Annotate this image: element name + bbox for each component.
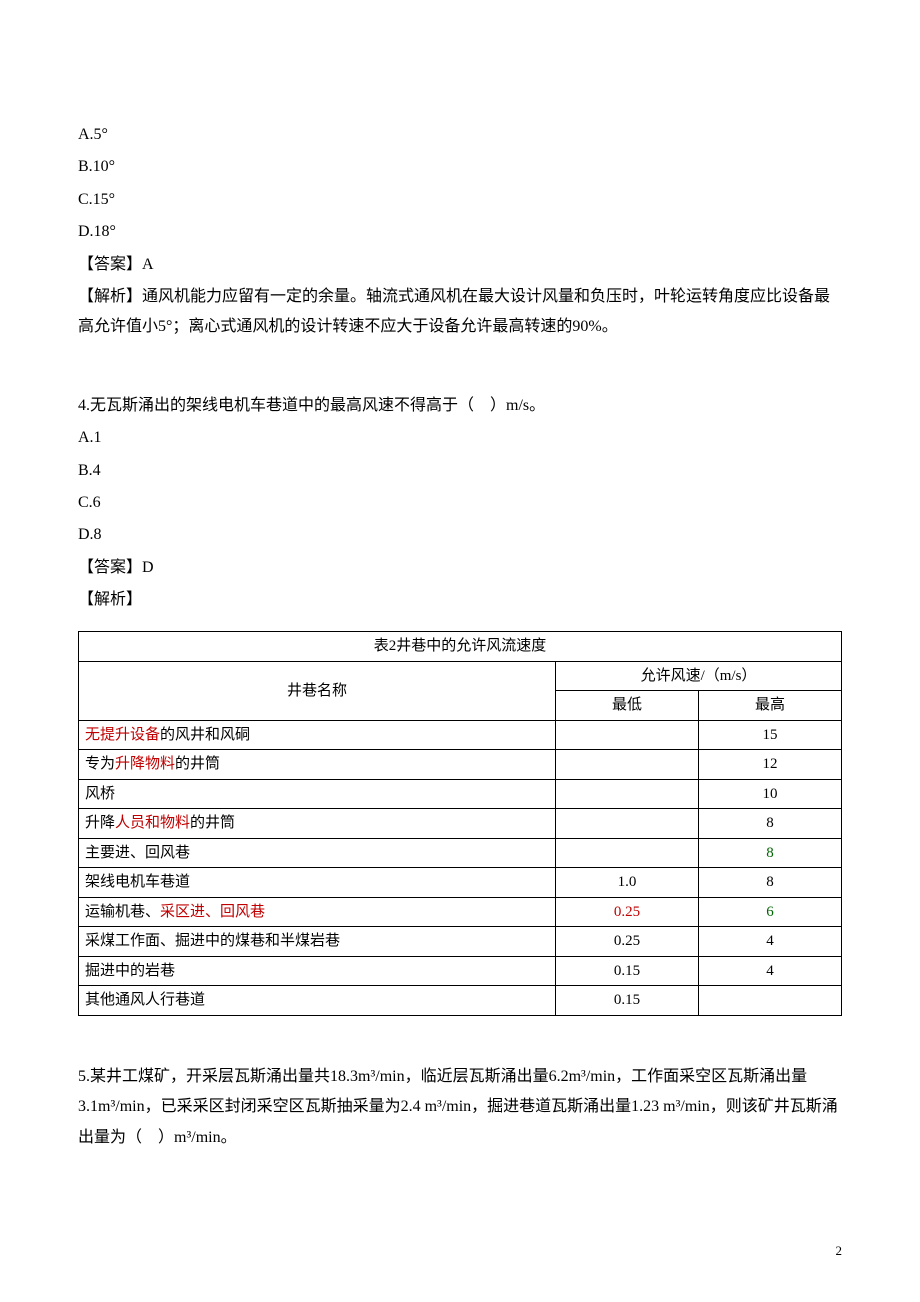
q4-option-b: B.4 bbox=[78, 456, 842, 486]
row-max: 6 bbox=[699, 897, 842, 927]
table-header-row-1: 井巷名称 允许风速/（m/s） bbox=[79, 661, 842, 691]
row-min bbox=[556, 838, 699, 868]
table-row: 主要进、回风巷 8 bbox=[79, 838, 842, 868]
row-min bbox=[556, 720, 699, 750]
row-min: 0.15 bbox=[556, 986, 699, 1016]
q4-option-d: D.8 bbox=[78, 520, 842, 550]
row-name: 主要进、回风巷 bbox=[79, 838, 556, 868]
q4-answer: 【答案】D bbox=[78, 553, 842, 583]
page-number: 2 bbox=[836, 1239, 843, 1264]
table-row: 掘进中的岩巷0.154 bbox=[79, 956, 842, 986]
q4-stem: 4.无瓦斯涌出的架线电机车巷道中的最高风速不得高于（ ）m/s。 bbox=[78, 391, 842, 421]
table-col-max: 最高 bbox=[699, 691, 842, 721]
row-max: 4 bbox=[699, 956, 842, 986]
row-name: 升降人员和物料的井筒 bbox=[79, 809, 556, 839]
row-min bbox=[556, 779, 699, 809]
row-min bbox=[556, 750, 699, 780]
row-max: 4 bbox=[699, 927, 842, 957]
row-name: 专为升降物料的井筒 bbox=[79, 750, 556, 780]
row-min: 0.15 bbox=[556, 956, 699, 986]
table-row: 升降人员和物料的井筒 8 bbox=[79, 809, 842, 839]
row-name: 架线电机车巷道 bbox=[79, 868, 556, 898]
row-min: 0.25 bbox=[556, 927, 699, 957]
q5-stem: 5.某井工煤矿，开采层瓦斯涌出量共18.3m³/min，临近层瓦斯涌出量6.2m… bbox=[78, 1062, 842, 1153]
row-name-highlight: 升降物料 bbox=[115, 756, 175, 772]
row-name: 运输机巷、采区进、回风巷 bbox=[79, 897, 556, 927]
table-row: 无提升设备的风井和风硐 15 bbox=[79, 720, 842, 750]
table-row: 架线电机车巷道1.08 bbox=[79, 868, 842, 898]
row-max: 12 bbox=[699, 750, 842, 780]
table-row: 运输机巷、采区进、回风巷0.256 bbox=[79, 897, 842, 927]
row-min: 0.25 bbox=[556, 897, 699, 927]
table-row: 风桥 10 bbox=[79, 779, 842, 809]
q3-option-d: D.18° bbox=[78, 217, 842, 247]
table-col-speed: 允许风速/（m/s） bbox=[556, 661, 842, 691]
table-col-name: 井巷名称 bbox=[79, 661, 556, 720]
q3-option-b: B.10° bbox=[78, 152, 842, 182]
table-row: 其他通风人行巷道0.15 bbox=[79, 986, 842, 1016]
q3-option-a: A.5° bbox=[78, 120, 842, 150]
q4-option-a: A.1 bbox=[78, 423, 842, 453]
q4-explanation-label: 【解析】 bbox=[78, 585, 842, 615]
row-max: 8 bbox=[699, 809, 842, 839]
q3-explanation: 【解析】通风机能力应留有一定的余量。轴流式通风机在最大设计风量和负压时，叶轮运转… bbox=[78, 282, 842, 343]
table-row: 采煤工作面、掘进中的煤巷和半煤岩巷0.254 bbox=[79, 927, 842, 957]
row-min bbox=[556, 809, 699, 839]
table-col-min: 最低 bbox=[556, 691, 699, 721]
row-max bbox=[699, 986, 842, 1016]
row-name: 风桥 bbox=[79, 779, 556, 809]
q4-option-c: C.6 bbox=[78, 488, 842, 518]
row-name: 无提升设备的风井和风硐 bbox=[79, 720, 556, 750]
row-max: 10 bbox=[699, 779, 842, 809]
wind-speed-table: 表2井巷中的允许风流速度 井巷名称 允许风速/（m/s） 最低 最高 无提升设备… bbox=[78, 631, 842, 1016]
row-min: 1.0 bbox=[556, 868, 699, 898]
row-max: 15 bbox=[699, 720, 842, 750]
table-title: 表2井巷中的允许风流速度 bbox=[79, 632, 842, 662]
q3-answer: 【答案】A bbox=[78, 250, 842, 280]
row-name-highlight: 无提升设备 bbox=[85, 727, 160, 743]
row-name-highlight: 采区进、回风巷 bbox=[160, 904, 265, 920]
table-title-row: 表2井巷中的允许风流速度 bbox=[79, 632, 842, 662]
row-name-highlight: 人员和物料 bbox=[115, 815, 190, 831]
table-row: 专为升降物料的井筒 12 bbox=[79, 750, 842, 780]
row-max: 8 bbox=[699, 838, 842, 868]
row-name: 其他通风人行巷道 bbox=[79, 986, 556, 1016]
row-name: 采煤工作面、掘进中的煤巷和半煤岩巷 bbox=[79, 927, 556, 957]
row-name: 掘进中的岩巷 bbox=[79, 956, 556, 986]
q3-option-c: C.15° bbox=[78, 185, 842, 215]
row-max: 8 bbox=[699, 868, 842, 898]
